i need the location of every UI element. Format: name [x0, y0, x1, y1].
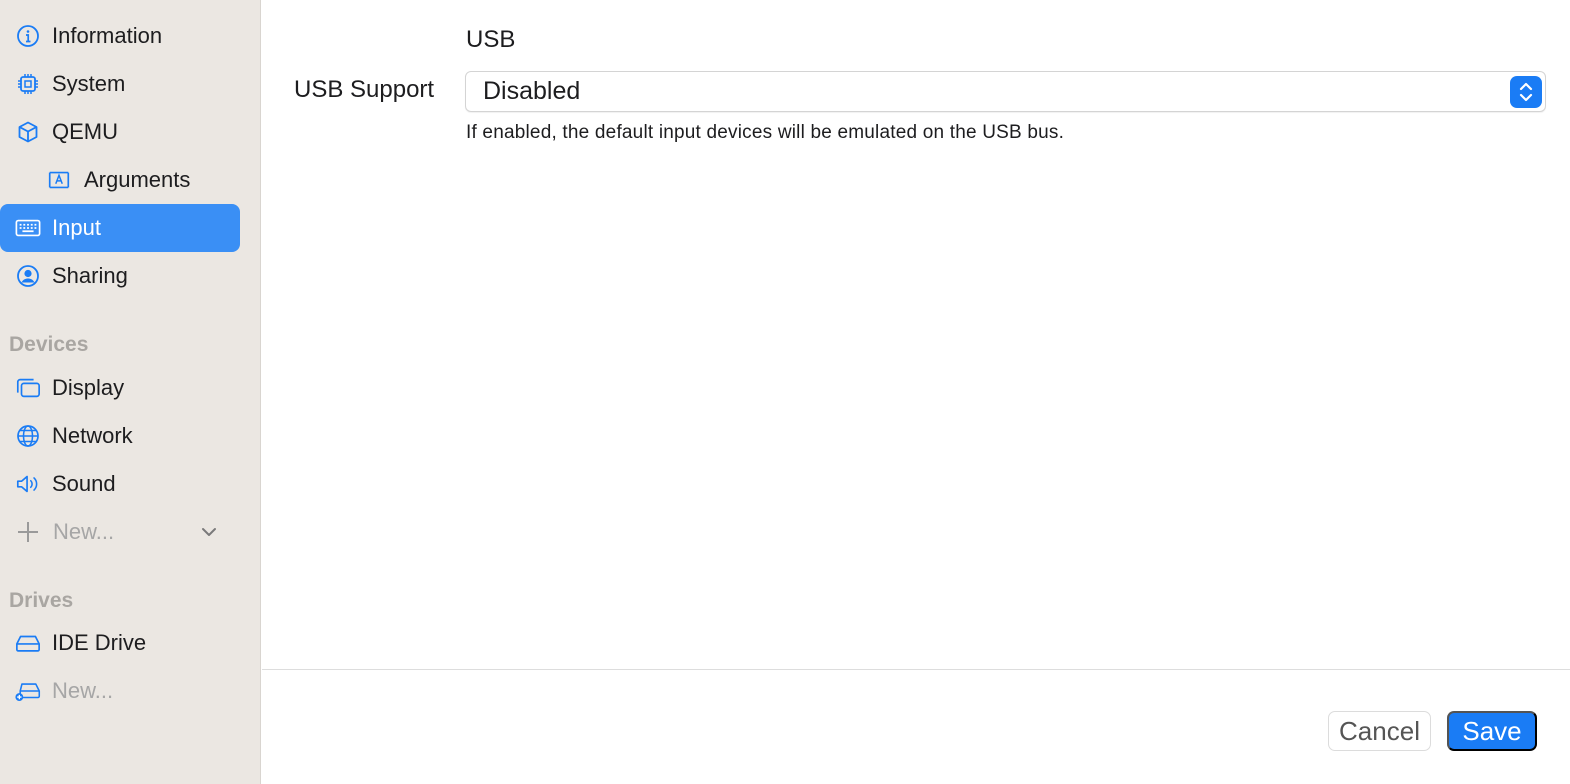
cancel-button[interactable]: Cancel	[1328, 711, 1431, 751]
usb-support-help-text: If enabled, the default input devices wi…	[466, 122, 1065, 143]
drive-icon	[15, 631, 41, 655]
sidebar-item-label: Input	[52, 215, 101, 240]
sidebar-item-label: Sharing	[52, 263, 128, 288]
sidebar-item-label: Sound	[52, 471, 116, 496]
sidebar-item-label: QEMU	[52, 119, 118, 144]
new-drive-label: New...	[52, 678, 114, 703]
keyboard-icon	[15, 216, 41, 240]
globe-icon	[15, 424, 41, 448]
devices-section-header: Devices	[9, 333, 89, 356]
up-down-chevron-icon	[1510, 76, 1542, 108]
sidebar-item-label: Network	[52, 423, 133, 448]
drive-add-icon	[15, 679, 41, 703]
sidebar-item-input[interactable]: Input	[0, 204, 240, 252]
usb-support-label: USB Support	[294, 76, 435, 103]
sidebar-item-display[interactable]: Display	[0, 364, 240, 412]
cube-icon	[15, 120, 41, 144]
display-windows-icon	[15, 376, 41, 400]
new-drive-button[interactable]: New...	[0, 667, 240, 715]
usb-support-value: Disabled	[483, 77, 581, 105]
sidebar-item-information[interactable]: Information	[0, 12, 240, 60]
sidebar-item-label: Arguments	[84, 167, 191, 192]
save-button[interactable]: Save	[1447, 711, 1537, 751]
info-circle-icon	[15, 24, 41, 48]
sidebar-item-network[interactable]: Network	[0, 412, 240, 460]
text-box-a-icon	[46, 168, 72, 192]
footer-divider	[262, 669, 1570, 670]
speaker-icon	[15, 472, 41, 496]
sidebar-item-label: Display	[52, 375, 125, 400]
new-device-menu[interactable]: New...	[0, 508, 240, 556]
main-content: USB USB Support Disabled If enabled, the…	[262, 0, 1570, 784]
usb-support-select[interactable]: Disabled	[465, 71, 1546, 112]
sidebar-item-qemu[interactable]: QEMU	[0, 108, 240, 156]
section-title: USB	[466, 26, 516, 53]
plus-icon	[15, 520, 41, 544]
new-device-label: New...	[53, 519, 115, 544]
sidebar-item-system[interactable]: System	[0, 60, 240, 108]
sidebar-item-label: Information	[52, 23, 163, 48]
sidebar-item-sharing[interactable]: Sharing	[0, 252, 240, 300]
cpu-chip-icon	[15, 72, 41, 96]
chevron-down-icon	[198, 521, 220, 543]
sidebar-item-label: IDE Drive	[52, 630, 147, 655]
sidebar-item-sound[interactable]: Sound	[0, 460, 240, 508]
sidebar-item-label: System	[52, 71, 126, 96]
sidebar-item-arguments[interactable]: Arguments	[0, 156, 240, 204]
sidebar: Information System QEMU Arguments Input …	[0, 0, 261, 784]
sidebar-item-ide-drive[interactable]: IDE Drive	[0, 619, 240, 667]
person-circle-icon	[15, 264, 41, 288]
drives-section-header: Drives	[9, 589, 74, 612]
